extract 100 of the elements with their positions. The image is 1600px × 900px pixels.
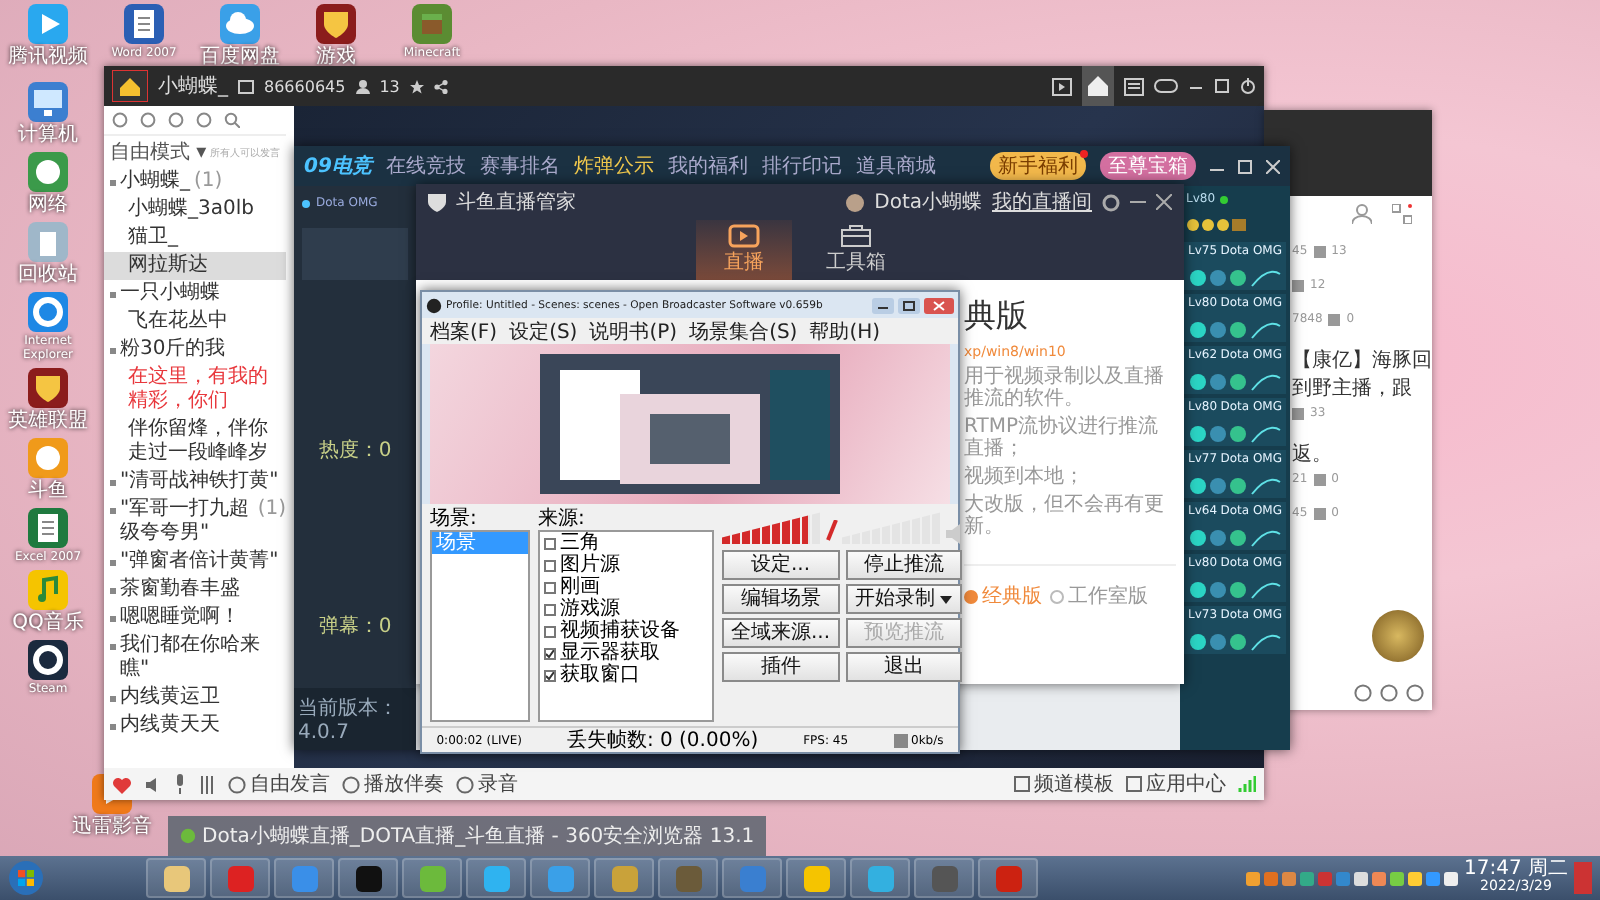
nav-tab[interactable]: 炸弹公示 [573,152,654,180]
star-icon[interactable] [409,79,424,93]
mode-dropdown[interactable]: 自由模式 ▾ [110,138,207,166]
action-button[interactable]: 全域来源... [722,618,839,648]
channel-item[interactable]: "清哥战神铁打黄" [104,468,286,496]
channel-item[interactable]: 我们都在你哈来瞧" [104,632,286,684]
maximize-icon[interactable] [1214,78,1230,94]
channel-item[interactable]: 小蝴蝶_ (1) [104,168,286,196]
nav-tab[interactable]: 道具商城 [855,152,936,180]
home-icon[interactable] [1082,66,1114,106]
menu-item[interactable]: 档案(F) [430,317,498,345]
nav-tab[interactable]: 在线竞技 [385,152,466,180]
channel-item[interactable]: 内线黄天天 [104,712,286,740]
channel-item[interactable]: 小蝴蝶_3a0lb [104,196,286,224]
action-button[interactable]: 停止推流 [845,550,962,580]
toolbar-button[interactable]: 应用中心 [1126,770,1226,798]
app-icon [803,865,829,891]
menu-item[interactable]: 设定(S) [509,317,578,345]
menu-item[interactable]: 说明书(P) [589,317,678,345]
checkbox[interactable] [544,559,556,571]
tab[interactable]: 直播 [696,220,792,280]
checkbox[interactable] [544,581,556,593]
heart-icon[interactable] [112,775,132,793]
source-item[interactable]: 图片源 [560,554,620,576]
maximize-icon[interactable] [898,297,920,313]
monitor-icon[interactable] [26,80,70,124]
close-icon[interactable] [1156,194,1172,210]
mic-circle-icon [228,775,246,793]
share-icon[interactable] [433,79,448,93]
source-item[interactable]: 视频捕获设备 [560,620,680,642]
channel-item[interactable]: "军哥一打九超级夸夸男" (1) [104,496,286,548]
settings-icon[interactable] [1102,193,1120,211]
action-button[interactable]: 退出 [845,652,962,682]
source-item[interactable]: 三角 [560,532,600,554]
home-icon[interactable] [112,70,148,102]
play-icon[interactable] [26,2,70,46]
menu-item[interactable]: 帮助(H) [809,317,881,345]
start-button[interactable] [8,860,44,896]
checkbox[interactable] [544,669,556,681]
check-icon [546,671,554,679]
close-icon[interactable] [1266,159,1280,173]
channel-item[interactable]: 伴你留烽，伴你走过一段峰峰岁 [104,416,286,468]
power-icon[interactable] [1240,78,1256,94]
badges-drawing [1188,580,1284,600]
apps-icon[interactable] [1392,204,1412,224]
nav-tab[interactable]: 我的福利 [667,152,748,180]
channel-item[interactable]: "弹窗者倍计黄菁" [104,548,286,576]
checkbox[interactable] [544,537,556,549]
toolbar-button[interactable]: 播放伴奏 [342,770,444,798]
taskbar-app[interactable] [146,858,206,898]
action-button[interactable]: 插件 [722,652,839,682]
channel-item[interactable]: 粉30斤的我 [104,336,286,364]
document-icon[interactable] [122,2,166,46]
user-name: Dota小蝴蝶 [874,189,982,216]
taskbar-app[interactable] [786,858,846,898]
trash-icon[interactable] [26,220,70,264]
speaker-icon[interactable] [144,775,162,793]
source-item[interactable]: 获取窗口 [560,664,640,686]
source-item[interactable]: 显示器获取 [560,642,660,664]
room-link[interactable]: 我的直播间 [992,188,1092,216]
channel-item[interactable]: 茶窗勤春丰盛 [104,576,286,604]
taskbar-app[interactable] [338,858,398,898]
channel-item[interactable]: 飞在花丛中 [104,308,286,336]
checkbox[interactable] [544,647,556,659]
channel-item[interactable]: 内线黄运卫 [104,684,286,712]
tab[interactable]: 工具箱 [808,220,904,280]
channel-item[interactable]: 在这里，有我的精彩，你们 [104,364,286,416]
toolbar-button[interactable]: 自由发言 [228,770,330,798]
source-item[interactable]: 刚画 [560,576,600,598]
action-button[interactable]: 编辑场景 [722,584,839,614]
action-button[interactable]: 开始录制 [845,584,962,614]
cloud-icon[interactable] [218,2,262,46]
list-icon[interactable] [1124,77,1144,95]
source-item[interactable]: 游戏源 [560,598,620,620]
icon-label: 网络 [28,194,68,216]
checkbox[interactable] [544,603,556,615]
close-icon[interactable] [924,297,954,313]
toolbar-button[interactable]: 频道模板 [1014,770,1114,798]
toolbar-button[interactable]: 录音 [456,770,518,798]
channel-item[interactable]: 网拉斯达 [104,252,286,280]
minimize-icon[interactable] [872,297,894,313]
shield-icon[interactable] [26,366,70,410]
menu-item[interactable]: 场景集合(S) [689,317,798,345]
nav-tab[interactable]: 赛事排名 [479,152,560,180]
online-dot-icon [1219,195,1228,203]
shield-icon[interactable] [314,2,358,46]
spreadsheet-icon[interactable] [26,506,70,550]
equalizer-icon[interactable] [198,775,216,793]
channel-item[interactable]: 一只小蝴蝶 [104,280,286,308]
nav-tab[interactable]: 排行印记 [761,152,842,180]
channel-item[interactable]: 猫卫_ [104,224,286,252]
version-text: 当前版本：4.0.7 [294,688,416,750]
promo-button[interactable]: 新手福利 [990,152,1086,180]
action-button[interactable]: 设定... [722,550,839,580]
channel-item[interactable]: 嗯嗯睡觉啊！ [104,604,286,632]
search-icon[interactable] [224,112,240,128]
search-icon[interactable] [1406,684,1424,702]
cube-icon[interactable] [410,2,454,46]
maximize-icon[interactable] [1238,159,1252,173]
checkbox[interactable] [544,625,556,637]
